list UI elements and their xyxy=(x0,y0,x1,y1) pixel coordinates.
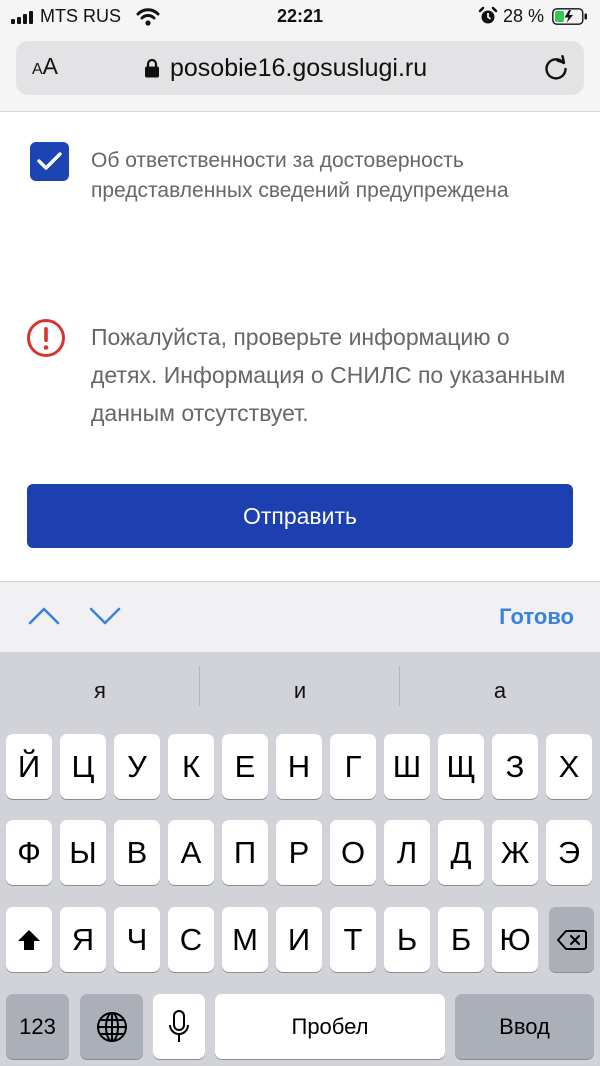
key[interactable]: Ш xyxy=(384,734,430,799)
key[interactable]: Й xyxy=(6,734,52,799)
battery-percent: 28 % xyxy=(503,6,545,26)
address-bar[interactable]: AA posobie16.gosuslugi.ru xyxy=(16,41,584,95)
return-key[interactable]: Ввод xyxy=(455,994,594,1059)
chevron-down-icon[interactable] xyxy=(88,606,122,626)
done-button[interactable]: Готово xyxy=(499,604,574,630)
backspace-key[interactable] xyxy=(549,907,594,972)
key[interactable]: Р xyxy=(276,820,322,885)
url-text: posobie16.gosuslugi.ru xyxy=(170,53,428,82)
alarm-icon xyxy=(478,6,498,24)
key[interactable]: Т xyxy=(330,907,376,972)
key[interactable]: П xyxy=(222,820,268,885)
keyboard: я и а Й Ц У К Е Н Г Ш Щ З Х Ф Ы В А П Р … xyxy=(0,652,600,1066)
key[interactable]: В xyxy=(114,820,160,885)
key[interactable]: Ч xyxy=(114,907,160,972)
text-size-large-label: A xyxy=(42,53,59,79)
suggestion-item[interactable]: я xyxy=(0,652,200,730)
checkmark-icon xyxy=(37,152,62,170)
responsibility-checkbox-label[interactable]: Об ответственности за достоверность пред… xyxy=(91,146,551,206)
error-icon xyxy=(27,319,65,357)
battery-charging-icon xyxy=(552,8,587,25)
status-bar: MTS RUS 22:21 28 % xyxy=(0,0,600,34)
key[interactable]: З xyxy=(492,734,538,799)
key[interactable]: Ф xyxy=(6,820,52,885)
suggestion-item[interactable]: а xyxy=(400,652,600,730)
browser-toolbar: AA posobie16.gosuslugi.ru xyxy=(0,34,600,112)
dictation-key[interactable] xyxy=(153,994,205,1059)
key[interactable]: Щ xyxy=(438,734,484,799)
key[interactable]: О xyxy=(330,820,376,885)
key[interactable]: Ж xyxy=(492,820,538,885)
lock-icon xyxy=(145,58,159,78)
key[interactable]: Ц xyxy=(60,734,106,799)
key[interactable]: Х xyxy=(546,734,592,799)
shift-key[interactable] xyxy=(6,907,52,972)
globe-icon xyxy=(96,1011,127,1042)
shift-icon xyxy=(18,929,40,950)
key[interactable]: Л xyxy=(384,820,430,885)
key[interactable]: А xyxy=(168,820,214,885)
submit-button[interactable]: Отправить xyxy=(27,484,573,548)
key[interactable]: К xyxy=(168,734,214,799)
form-accessory-bar: Готово xyxy=(0,581,600,652)
key[interactable]: Ь xyxy=(384,907,430,972)
key[interactable]: Ю xyxy=(492,907,538,972)
suggestion-bar: я и а xyxy=(0,652,600,730)
key[interactable]: Д xyxy=(438,820,484,885)
key[interactable]: Б xyxy=(438,907,484,972)
text-size-small-label: A xyxy=(32,61,43,78)
error-message: Пожалуйста, проверьте информацию о детях… xyxy=(91,324,566,426)
text-size-button[interactable]: AA xyxy=(32,53,72,83)
chevron-up-icon[interactable] xyxy=(27,606,61,626)
backspace-icon xyxy=(556,929,587,950)
key[interactable]: И xyxy=(276,907,322,972)
key[interactable]: Я xyxy=(60,907,106,972)
key[interactable]: М xyxy=(222,907,268,972)
key[interactable]: Э xyxy=(546,820,592,885)
space-key[interactable]: Пробел xyxy=(215,994,445,1059)
url-field[interactable]: posobie16.gosuslugi.ru xyxy=(144,53,427,83)
key[interactable]: У xyxy=(114,734,160,799)
reload-icon[interactable] xyxy=(542,54,570,82)
numbers-key[interactable]: 123 xyxy=(6,994,69,1059)
key[interactable]: Н xyxy=(276,734,322,799)
suggestion-item[interactable]: и xyxy=(200,652,400,730)
microphone-icon xyxy=(169,1009,189,1042)
globe-key[interactable] xyxy=(80,994,143,1059)
key[interactable]: Г xyxy=(330,734,376,799)
responsibility-checkbox[interactable] xyxy=(30,142,69,181)
key[interactable]: С xyxy=(168,907,214,972)
key[interactable]: Е xyxy=(222,734,268,799)
key[interactable]: Ы xyxy=(60,820,106,885)
